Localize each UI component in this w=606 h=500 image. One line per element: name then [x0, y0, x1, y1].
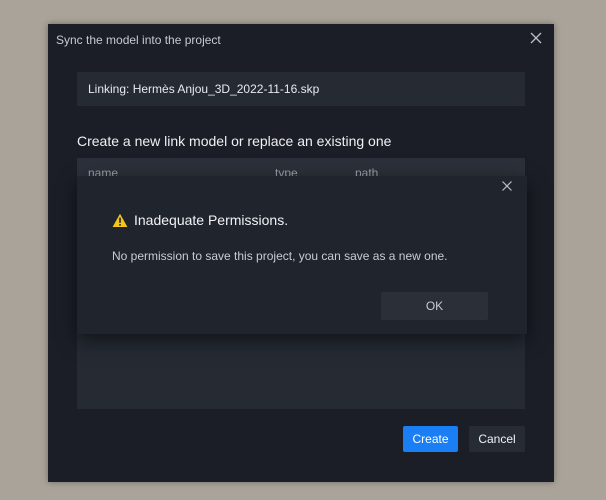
create-button[interactable]: Create	[403, 426, 458, 452]
close-icon[interactable]	[501, 180, 513, 192]
dialog-title: Sync the model into the project	[56, 33, 221, 47]
alert-title: Inadequate Permissions.	[134, 212, 289, 228]
alert-message: No permission to save this project, you …	[112, 249, 448, 263]
linking-filename: Linking: Hermès Anjou_3D_2022-11-16.skp	[88, 82, 320, 96]
close-icon[interactable]	[529, 31, 543, 45]
section-heading: Create a new link model or replace an ex…	[77, 133, 392, 149]
warning-triangle-icon	[112, 213, 128, 227]
ok-button[interactable]: OK	[381, 292, 488, 320]
cancel-button[interactable]: Cancel	[469, 426, 525, 452]
permission-alert: Inadequate Permissions. No permission to…	[77, 176, 527, 334]
alert-header: Inadequate Permissions.	[112, 211, 288, 229]
